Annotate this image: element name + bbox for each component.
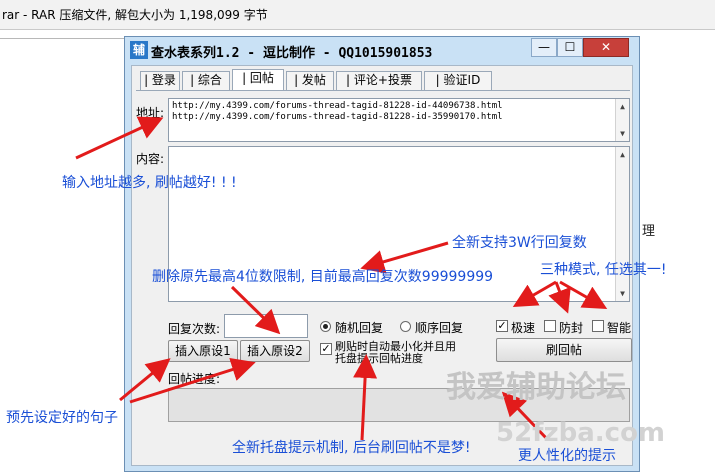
scroll-up-icon[interactable]: ▲ bbox=[616, 149, 629, 160]
watermark-url: 52fzba.com bbox=[496, 418, 666, 448]
tray-progress-checkbox[interactable]: ✓ bbox=[320, 343, 332, 355]
tab-divider bbox=[136, 90, 630, 91]
tab-comment-vote[interactable]: | 评论+投票 bbox=[336, 71, 422, 90]
anti-block-label: 防封 bbox=[559, 321, 584, 335]
annotation-new-support: 全新支持3W行回复数 bbox=[452, 235, 587, 251]
watermark-title: 我爱辅助论坛 bbox=[446, 370, 626, 405]
address-scrollbar[interactable]: ▲ ▼ bbox=[615, 99, 629, 141]
tab-verify-id[interactable]: | 验证ID bbox=[424, 71, 492, 90]
annotation-tray-tip: 全新托盘提示机制, 后台刷回帖不是梦! bbox=[232, 440, 471, 456]
random-reply-radio[interactable] bbox=[320, 321, 331, 332]
smart-label: 智能 bbox=[607, 321, 632, 335]
insert-preset-2-button[interactable]: 插入原设2 bbox=[240, 340, 310, 362]
reply-count-label: 回复次数: bbox=[168, 322, 221, 336]
speed-label: 极速 bbox=[511, 321, 536, 335]
speed-checkbox[interactable]: ✓ bbox=[496, 320, 508, 332]
background-window-title: rar - RAR 压缩文件, 解包大小为 1,198,099 字节 bbox=[2, 8, 268, 22]
scroll-down-icon[interactable]: ▼ bbox=[616, 128, 629, 139]
background-right-pane bbox=[636, 38, 715, 472]
annotation-preset-sentence: 预先设定好的句子 bbox=[6, 410, 118, 426]
app-titlebar[interactable]: 辅 查水表系列1.2 - 逗比制作 - QQ1015901853 — ☐ ✕ bbox=[125, 37, 639, 65]
smart-checkbox[interactable] bbox=[592, 320, 604, 332]
tab-login[interactable]: | 登录 bbox=[140, 71, 180, 90]
progress-label: 回帖进度: bbox=[168, 372, 221, 386]
random-reply-label: 随机回复 bbox=[335, 321, 384, 335]
annotation-limit-removed: 删除原先最高4位数限制, 目前最高回复次数99999999 bbox=[152, 269, 494, 285]
tab-general[interactable]: | 综合 bbox=[182, 71, 230, 90]
sequential-reply-label: 顺序回复 bbox=[415, 321, 464, 335]
reply-count-input[interactable] bbox=[224, 314, 308, 338]
annotation-friendly-tip: 更人性化的提示 bbox=[518, 448, 616, 464]
close-button[interactable]: ✕ bbox=[583, 38, 629, 57]
anti-block-checkbox[interactable] bbox=[544, 320, 556, 332]
app-logo-icon: 辅 bbox=[130, 41, 148, 59]
content-label: 内容: bbox=[136, 152, 165, 166]
minimize-button[interactable]: — bbox=[531, 38, 557, 57]
scroll-down-icon[interactable]: ▼ bbox=[616, 288, 629, 299]
background-text-fragment: 理 bbox=[642, 224, 656, 239]
annotation-three-modes: 三种模式, 任选其一! bbox=[540, 262, 667, 278]
maximize-button[interactable]: ☐ bbox=[557, 38, 583, 57]
tab-reply[interactable]: | 回帖 bbox=[232, 69, 284, 91]
app-window: 辅 查水表系列1.2 - 逗比制作 - QQ1015901853 — ☐ ✕ |… bbox=[124, 36, 640, 472]
address-textarea[interactable]: http://my.4399.com/forums-thread-tagid-8… bbox=[168, 98, 630, 142]
address-label: 地址: bbox=[136, 106, 165, 120]
app-title: 查水表系列1.2 - 逗比制作 - QQ1015901853 bbox=[151, 46, 433, 61]
insert-preset-1-button[interactable]: 插入原设1 bbox=[168, 340, 238, 362]
address-line: http://my.4399.com/forums-thread-tagid-8… bbox=[172, 112, 503, 122]
tab-post[interactable]: | 发帖 bbox=[286, 71, 334, 90]
scroll-up-icon[interactable]: ▲ bbox=[616, 101, 629, 112]
background-window-titlebar: rar - RAR 压缩文件, 解包大小为 1,198,099 字节 bbox=[0, 0, 715, 30]
address-line: http://my.4399.com/forums-thread-tagid-8… bbox=[172, 101, 503, 111]
annotation-address-tip: 输入地址越多, 刷帖越好! ! ! bbox=[62, 175, 237, 191]
refresh-reply-button[interactable]: 刷回帖 bbox=[496, 338, 632, 362]
sequential-reply-radio[interactable] bbox=[400, 321, 411, 332]
